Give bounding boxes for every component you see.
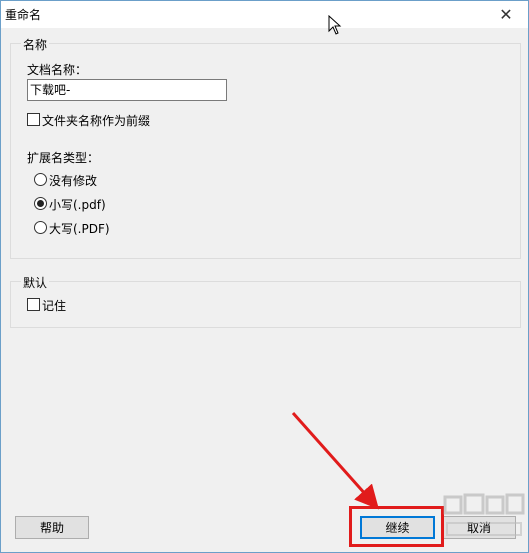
default-groupbox: 默认 <box>10 274 521 328</box>
radio-uppercase[interactable] <box>34 221 47 234</box>
window-title: 重命名 <box>5 8 42 22</box>
radio-no-change[interactable] <box>34 173 47 186</box>
highlight-box <box>349 506 444 547</box>
radio-lowercase-label[interactable]: 小写(.pdf) <box>49 196 106 213</box>
radio-lowercase[interactable] <box>34 197 47 210</box>
doc-name-label: 文档名称： <box>27 63 88 77</box>
close-icon: ✕ <box>499 5 513 24</box>
name-group-legend: 名称 <box>21 36 50 53</box>
mouse-cursor-icon <box>328 15 342 35</box>
remember-checkbox[interactable] <box>27 298 40 311</box>
folder-prefix-label[interactable]: 文件夹名称作为前缀 <box>42 112 150 129</box>
close-button[interactable]: ✕ <box>484 1 528 28</box>
remember-label[interactable]: 记住 <box>42 297 66 314</box>
title-bar: 重命名 ✕ <box>1 1 528 28</box>
radio-no-change-label[interactable]: 没有修改 <box>49 172 97 189</box>
ext-type-label: 扩展名类型： <box>27 151 100 165</box>
default-group-legend: 默认 <box>21 274 50 291</box>
help-button[interactable]: 帮助 <box>15 516 89 539</box>
doc-name-input[interactable]: 下载吧- <box>27 79 227 101</box>
folder-prefix-checkbox[interactable] <box>27 113 40 126</box>
watermark-logo-icon <box>443 493 525 536</box>
radio-uppercase-label[interactable]: 大写(.PDF) <box>49 220 110 237</box>
rename-dialog: 重命名 ✕ 名称 文档名称： 下载吧- 文件夹名称作为前缀 扩展名类型： 没有修… <box>0 0 529 553</box>
